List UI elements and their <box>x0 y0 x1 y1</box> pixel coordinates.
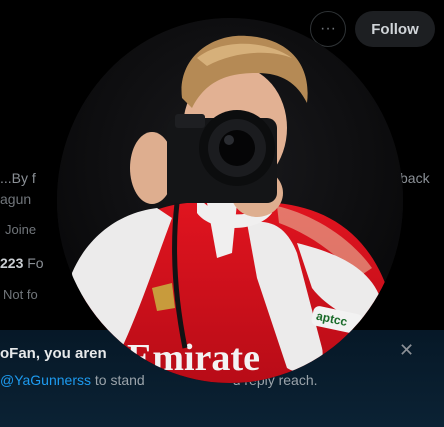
following-label: Fo <box>23 255 44 271</box>
avatar[interactable]: aptcc Emirate <box>57 18 403 383</box>
close-icon[interactable]: ✕ <box>399 340 414 361</box>
avatar-photo: aptcc Emirate <box>57 18 403 383</box>
banner-text-middle: to stand <box>91 372 145 388</box>
joined-date: Joine <box>5 222 37 237</box>
bio-line-1: ...By f <box>0 170 36 186</box>
following-link[interactable]: 223 Fo <box>0 255 44 271</box>
bio-line-2: agun <box>0 191 32 207</box>
follow-button[interactable]: Follow <box>355 11 435 47</box>
more-icon: ··· <box>320 20 336 37</box>
followers-note: Not fo <box>3 287 38 302</box>
following-count: 223 <box>0 255 24 271</box>
banner-mention-link[interactable]: @YaGunnerss <box>0 372 91 388</box>
banner-title: oFan, you aren <box>0 345 107 362</box>
bio-right-fragment: back <box>400 170 430 186</box>
